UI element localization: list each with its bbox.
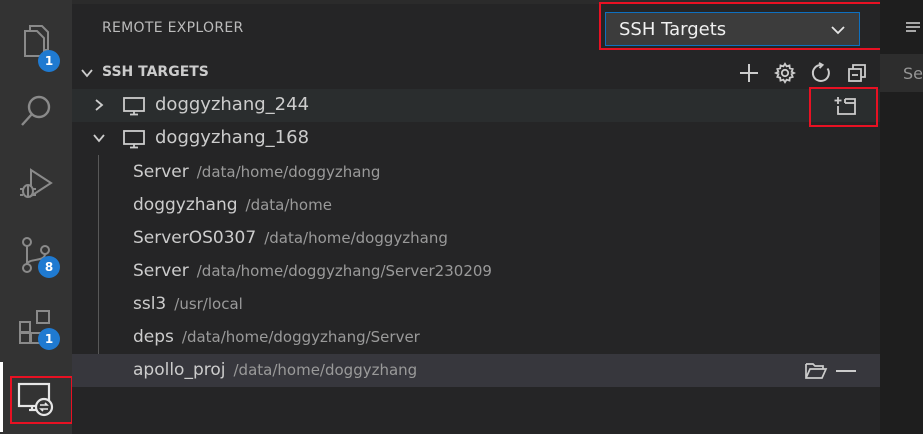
editor-tab-label: Se bbox=[903, 64, 923, 83]
monitor-icon bbox=[123, 130, 145, 149]
folder-open-icon bbox=[805, 363, 828, 379]
list-icon bbox=[906, 22, 920, 32]
remote-explorer-icon bbox=[17, 382, 54, 417]
extensions-badge: 1 bbox=[38, 328, 60, 350]
collapse-all-icon bbox=[848, 64, 866, 82]
configure-button[interactable] bbox=[772, 60, 798, 86]
add-icon bbox=[740, 64, 758, 82]
folder-path: /data/home/doggyzhang bbox=[233, 361, 418, 379]
folder-path: /data/home bbox=[245, 196, 332, 214]
debug-icon bbox=[20, 168, 53, 198]
host-label: doggyzhang_244 bbox=[155, 94, 310, 115]
chevron-right-icon bbox=[95, 99, 104, 111]
activity-remote-explorer[interactable] bbox=[0, 370, 72, 428]
explorer-badge: 1 bbox=[38, 50, 60, 72]
open-folder-button[interactable] bbox=[803, 358, 829, 384]
remote-type-dropdown[interactable]: SSH Targets bbox=[605, 12, 860, 46]
folder-name: ssl3 bbox=[133, 294, 167, 314]
activity-run-debug[interactable] bbox=[0, 154, 72, 212]
folder-name: Server bbox=[133, 261, 189, 281]
chevron-down-icon bbox=[81, 69, 93, 78]
monitor-icon bbox=[123, 97, 145, 116]
remove-folder-button[interactable] bbox=[833, 358, 859, 384]
folder-path: /data/home/doggyzhang/Server230209 bbox=[196, 262, 492, 280]
folder-row[interactable]: deps/data/home/doggyzhang/Server bbox=[72, 321, 880, 354]
host-label: doggyzhang_168 bbox=[155, 127, 310, 148]
source-control-badge: 8 bbox=[38, 256, 60, 278]
folder-row[interactable]: Server/data/home/doggyzhang bbox=[72, 156, 880, 189]
folder-row[interactable]: ssl3/usr/local bbox=[72, 288, 880, 321]
folder-entry: deps/data/home/doggyzhang/Server bbox=[133, 327, 420, 347]
folder-entry: doggyzhang/data/home bbox=[133, 195, 332, 215]
folder-path: /usr/local bbox=[174, 295, 243, 313]
folder-entry: Server/data/home/doggyzhang/Server230209 bbox=[133, 261, 492, 281]
activity-bar: 1 8 1 bbox=[0, 0, 72, 434]
folder-row[interactable]: doggyzhang/data/home bbox=[72, 189, 880, 222]
folder-name: deps bbox=[133, 327, 174, 347]
active-indicator bbox=[0, 362, 3, 432]
folder-row[interactable]: apollo_proj/data/home/doggyzhang bbox=[72, 354, 880, 387]
top-divider bbox=[72, 0, 880, 4]
activity-search[interactable] bbox=[0, 82, 72, 140]
folder-row[interactable]: ServerOS0307/data/home/doggyzhang bbox=[72, 222, 880, 255]
activity-extensions[interactable]: 1 bbox=[0, 298, 72, 356]
refresh-icon bbox=[811, 62, 830, 82]
folder-name: apollo_proj bbox=[133, 360, 226, 380]
ssh-targets-section-header[interactable]: SSH TARGETS bbox=[72, 60, 880, 86]
activity-source-control[interactable]: 8 bbox=[0, 226, 72, 284]
chevron-down-icon bbox=[93, 134, 105, 143]
chevron-down-icon bbox=[831, 26, 845, 35]
folder-path: /data/home/doggyzhang/Server bbox=[181, 328, 420, 346]
new-window-icon bbox=[834, 97, 856, 115]
refresh-button[interactable] bbox=[808, 60, 834, 86]
folder-entry: ServerOS0307/data/home/doggyzhang bbox=[133, 228, 448, 248]
search-icon bbox=[21, 95, 51, 126]
folder-entry: Server/data/home/doggyzhang bbox=[133, 162, 380, 182]
folder-path: /data/home/doggyzhang bbox=[264, 229, 448, 247]
activity-explorer[interactable]: 1 bbox=[0, 12, 72, 72]
connect-in-new-window-button[interactable] bbox=[833, 93, 859, 119]
gear-icon bbox=[774, 62, 796, 84]
folder-name: ServerOS0307 bbox=[133, 228, 257, 248]
collapse-all-button[interactable] bbox=[844, 60, 870, 86]
editor-tab[interactable]: Se bbox=[880, 54, 923, 92]
folder-name: doggyzhang bbox=[133, 195, 238, 215]
ssh-host-row[interactable]: doggyzhang_168 bbox=[72, 122, 880, 155]
folder-name: Server bbox=[133, 162, 189, 182]
dropdown-selected: SSH Targets bbox=[619, 18, 727, 40]
sidebar-title: REMOTE EXPLORER bbox=[102, 20, 244, 36]
folder-entry: apollo_proj/data/home/doggyzhang bbox=[133, 360, 417, 380]
ssh-host-row[interactable]: doggyzhang_244 bbox=[72, 89, 880, 122]
add-new-host-button[interactable] bbox=[736, 60, 762, 86]
remote-explorer-sidebar: REMOTE EXPLORER SSH Targets SSH TARGETS bbox=[72, 0, 880, 434]
folder-path: /data/home/doggyzhang bbox=[196, 163, 381, 181]
editor-panel: Se bbox=[880, 0, 923, 434]
folder-row[interactable]: Server/data/home/doggyzhang/Server230209 bbox=[72, 255, 880, 288]
remove-icon bbox=[836, 370, 856, 372]
folder-entry: ssl3/usr/local bbox=[133, 294, 243, 314]
section-title: SSH TARGETS bbox=[102, 64, 209, 80]
